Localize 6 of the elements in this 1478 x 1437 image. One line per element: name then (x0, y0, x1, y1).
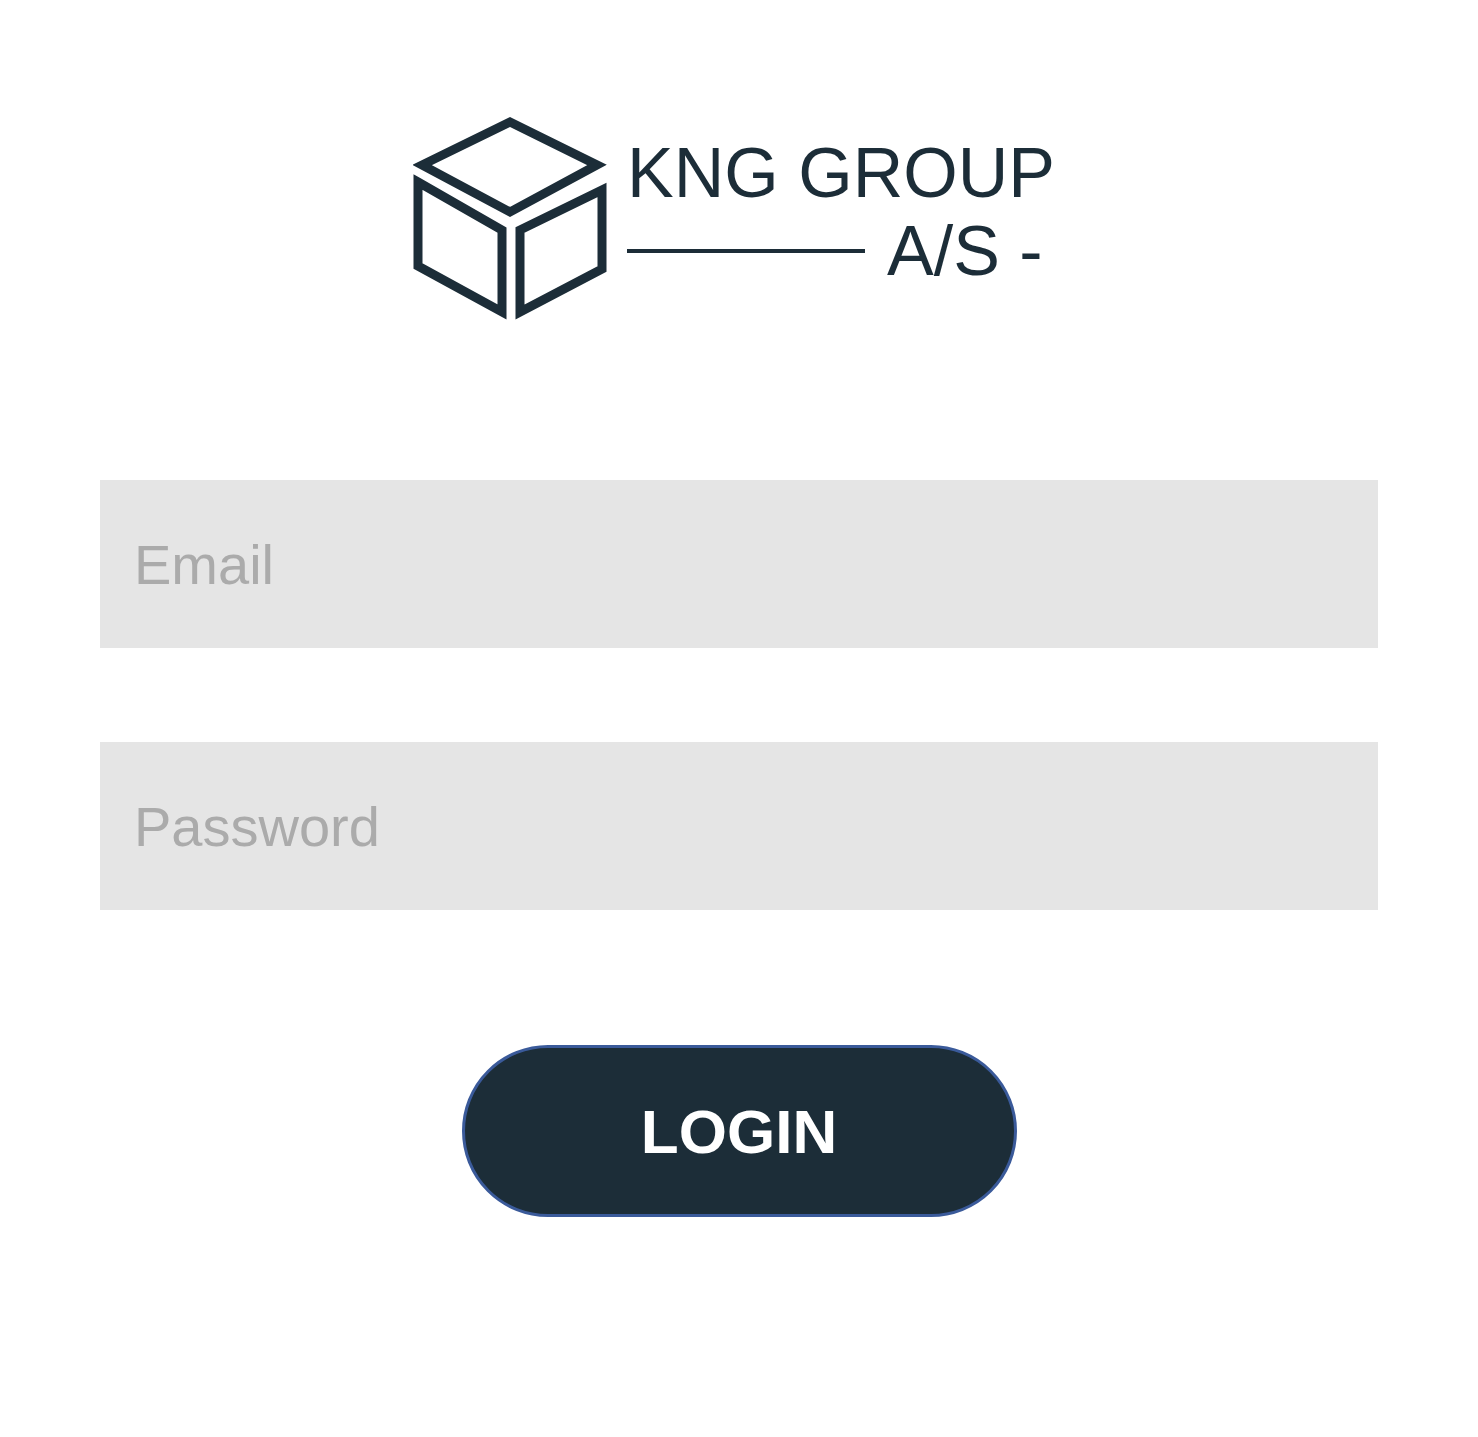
logo-name: KNG GROUP (627, 135, 1055, 211)
login-button[interactable]: LOGIN (461, 1045, 1017, 1217)
cube-logo-icon (413, 115, 608, 320)
input-field[interactable]: Password (100, 742, 1378, 910)
input-field[interactable]: Email (100, 480, 1378, 648)
logo-suffix: A/S - (887, 213, 1043, 289)
